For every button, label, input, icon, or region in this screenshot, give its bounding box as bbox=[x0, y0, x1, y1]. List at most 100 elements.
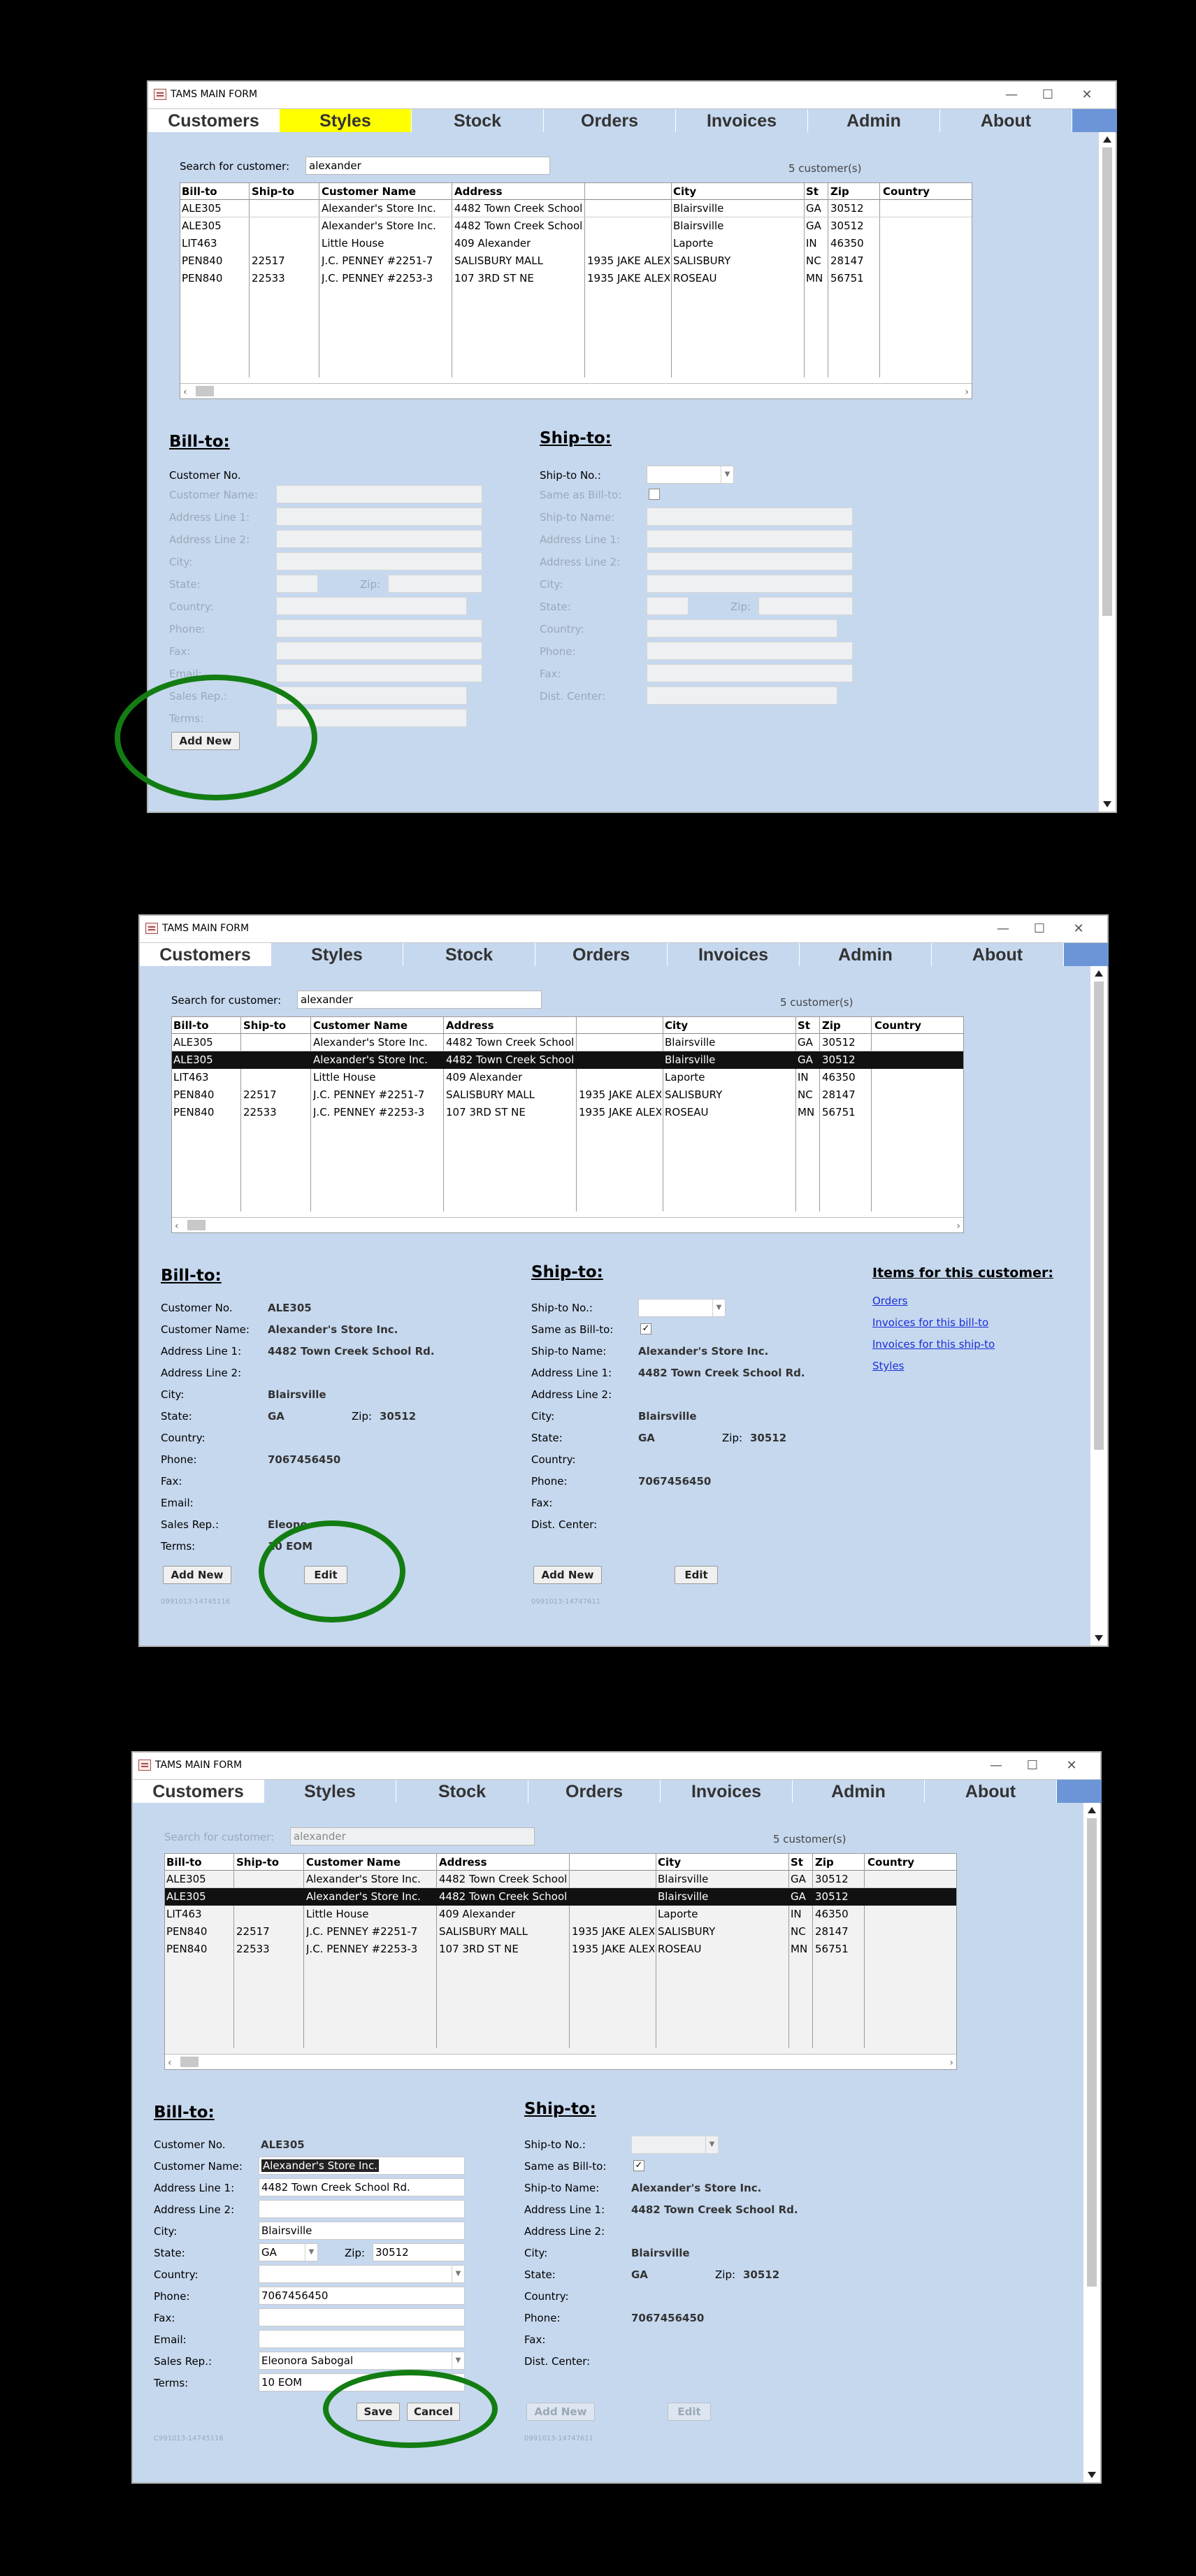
tab-stock[interactable]: Stock bbox=[396, 1780, 528, 1804]
address-line-1-input[interactable]: 4482 Town Creek School Rd. bbox=[259, 2178, 465, 2196]
state-select[interactable]: GA ▼ bbox=[259, 2243, 318, 2261]
link-styles[interactable]: Styles bbox=[872, 1360, 905, 1372]
scroll-down-icon[interactable] bbox=[1095, 1635, 1103, 1641]
vertical-scrollbar[interactable] bbox=[1083, 1803, 1100, 2482]
chevron-down-icon[interactable]: ▼ bbox=[305, 2244, 317, 2261]
close-icon[interactable]: ✕ bbox=[1069, 85, 1104, 106]
tab-orders[interactable]: Orders bbox=[535, 943, 668, 967]
zip-input[interactable]: 30512 bbox=[373, 2243, 465, 2261]
country-select[interactable]: ▼ bbox=[259, 2265, 465, 2283]
horizontal-scrollbar[interactable]: ‹ › bbox=[172, 1217, 963, 1232]
col-billto[interactable]: Bill-to bbox=[182, 185, 217, 198]
table-row[interactable]: LIT463 Little House 409 Alexander Laporte IN… bbox=[172, 1069, 963, 1086]
vertical-scrollbar[interactable] bbox=[1090, 966, 1107, 1646]
scroll-left-icon[interactable]: ‹ bbox=[168, 2057, 172, 2068]
same-as-billto-checkbox[interactable] bbox=[649, 489, 660, 500]
scroll-down-icon[interactable] bbox=[1103, 801, 1111, 807]
col-address[interactable]: Address bbox=[446, 1019, 494, 1032]
close-icon[interactable]: ✕ bbox=[1054, 1755, 1089, 1776]
col-customer-name[interactable]: Customer Name bbox=[322, 185, 416, 198]
tab-admin[interactable]: Admin bbox=[800, 943, 932, 967]
table-row[interactable]: ALE305 Alexander's Store Inc. 4482 Town Cr… bbox=[180, 217, 972, 235]
email-input[interactable] bbox=[259, 2330, 465, 2348]
table-row[interactable]: PEN840 22533 J.C. PENNEY #2253-3 107 3RD ST… bbox=[180, 270, 972, 287]
fax-input[interactable] bbox=[259, 2308, 465, 2326]
tab-styles[interactable]: Styles bbox=[271, 943, 403, 967]
link-orders[interactable]: Orders bbox=[872, 1295, 907, 1307]
customer-grid[interactable]: Bill-to Ship-to Customer Name Address Ci… bbox=[171, 1016, 964, 1233]
col-city[interactable]: City bbox=[665, 1019, 688, 1032]
table-row[interactable]: ALE305 Alexander's Store Inc. 4482 Town Cr… bbox=[180, 200, 972, 217]
shipto-edit-button[interactable]: Edit bbox=[675, 1566, 718, 1584]
maximize-icon[interactable]: ☐ bbox=[1022, 919, 1057, 940]
vertical-scrollbar[interactable] bbox=[1099, 132, 1116, 812]
col-city[interactable]: City bbox=[673, 185, 696, 198]
table-row[interactable]: LIT463 Little House 409 Alexander Laporte IN… bbox=[180, 235, 972, 252]
col-zip[interactable]: Zip bbox=[822, 1019, 841, 1032]
shipto-add-new-button[interactable]: Add New bbox=[533, 1566, 602, 1584]
col-st[interactable]: St bbox=[798, 1019, 810, 1032]
chevron-down-icon[interactable]: ▼ bbox=[712, 1300, 725, 1316]
tab-orders[interactable]: Orders bbox=[528, 1780, 661, 1804]
col-zip[interactable]: Zip bbox=[830, 185, 849, 198]
address-line-2-input[interactable] bbox=[259, 2200, 465, 2218]
maximize-icon[interactable]: ☐ bbox=[1015, 1755, 1050, 1776]
search-input[interactable]: alexander bbox=[297, 991, 542, 1009]
add-new-button[interactable]: Add New bbox=[163, 1566, 231, 1584]
link-invoices-billto[interactable]: Invoices for this bill-to bbox=[872, 1316, 988, 1329]
shipto-no-select[interactable]: ▼ bbox=[647, 466, 734, 484]
phone-input[interactable]: 7067456450 bbox=[259, 2287, 465, 2305]
horizontal-scrollbar[interactable]: ‹ › bbox=[165, 2054, 956, 2069]
customer-grid[interactable]: Bill-to Ship-to Customer Name Address Ci… bbox=[180, 182, 972, 399]
tab-about[interactable]: About bbox=[932, 943, 1064, 967]
close-icon[interactable]: ✕ bbox=[1061, 919, 1096, 940]
col-st[interactable]: St bbox=[806, 185, 819, 198]
maximize-icon[interactable]: ☐ bbox=[1030, 85, 1065, 106]
tab-admin[interactable]: Admin bbox=[808, 109, 940, 133]
minimize-icon[interactable]: — bbox=[979, 1755, 1014, 1776]
col-address[interactable]: Address bbox=[454, 185, 503, 198]
col-billto[interactable]: Bill-to bbox=[173, 1019, 209, 1032]
tab-invoices[interactable]: Invoices bbox=[661, 1780, 793, 1804]
scroll-up-icon[interactable] bbox=[1095, 970, 1103, 977]
tab-stock[interactable]: Stock bbox=[412, 109, 544, 133]
tab-customers[interactable]: Customers bbox=[140, 943, 271, 967]
tab-styles[interactable]: Styles bbox=[264, 1780, 396, 1804]
tab-admin[interactable]: Admin bbox=[793, 1780, 925, 1804]
col-shipto[interactable]: Ship-to bbox=[252, 185, 294, 198]
tab-customers[interactable]: Customers bbox=[148, 109, 280, 133]
tab-stock[interactable]: Stock bbox=[403, 943, 535, 967]
search-input[interactable]: alexander bbox=[305, 157, 550, 175]
tab-orders[interactable]: Orders bbox=[544, 109, 676, 133]
scroll-right-icon[interactable]: › bbox=[956, 1221, 960, 1232]
sales-rep-select[interactable]: Eleonora Sabogal ▼ bbox=[259, 2352, 465, 2370]
table-row[interactable]: PEN840 22517 J.C. PENNEY #2251-7 SALISBURY … bbox=[172, 1086, 963, 1104]
city-input[interactable]: Blairsville bbox=[259, 2222, 465, 2240]
minimize-icon[interactable]: — bbox=[986, 919, 1021, 940]
scroll-right-icon[interactable]: › bbox=[965, 387, 969, 398]
tab-about[interactable]: About bbox=[925, 1780, 1057, 1804]
tab-customers[interactable]: Customers bbox=[133, 1780, 264, 1804]
scroll-left-icon[interactable]: ‹ bbox=[183, 387, 187, 398]
chevron-down-icon[interactable]: ▼ bbox=[452, 2352, 464, 2369]
scroll-down-icon[interactable] bbox=[1088, 2472, 1096, 2478]
col-shipto[interactable]: Ship-to bbox=[243, 1019, 286, 1032]
tab-invoices[interactable]: Invoices bbox=[676, 109, 808, 133]
scroll-up-icon[interactable] bbox=[1103, 136, 1111, 143]
chevron-down-icon[interactable]: ▼ bbox=[452, 2266, 464, 2282]
col-country[interactable]: Country bbox=[883, 185, 930, 198]
link-invoices-shipto[interactable]: Invoices for this ship-to bbox=[872, 1338, 995, 1351]
tab-invoices[interactable]: Invoices bbox=[668, 943, 800, 967]
tab-about[interactable]: About bbox=[940, 109, 1072, 133]
scroll-left-icon[interactable]: ‹ bbox=[175, 1221, 179, 1232]
table-row-selected[interactable]: ALE305 Alexander's Store Inc. 4482 Town Cr… bbox=[172, 1051, 963, 1069]
table-row[interactable]: PEN840 22517 J.C. PENNEY #2251-7 SALISBURY … bbox=[180, 252, 972, 270]
table-row[interactable]: ALE305 Alexander's Store Inc. 4482 Town Cr… bbox=[172, 1034, 963, 1051]
scroll-up-icon[interactable] bbox=[1088, 1807, 1096, 1813]
customer-name-input[interactable]: Alexander's Store Inc. bbox=[259, 2157, 465, 2175]
minimize-icon[interactable]: — bbox=[994, 85, 1029, 106]
chevron-down-icon[interactable]: ▼ bbox=[721, 466, 733, 483]
horizontal-scrollbar[interactable]: ‹ › bbox=[180, 383, 972, 398]
col-country[interactable]: Country bbox=[874, 1019, 921, 1032]
shipto-no-select[interactable]: ▼ bbox=[638, 1299, 726, 1317]
